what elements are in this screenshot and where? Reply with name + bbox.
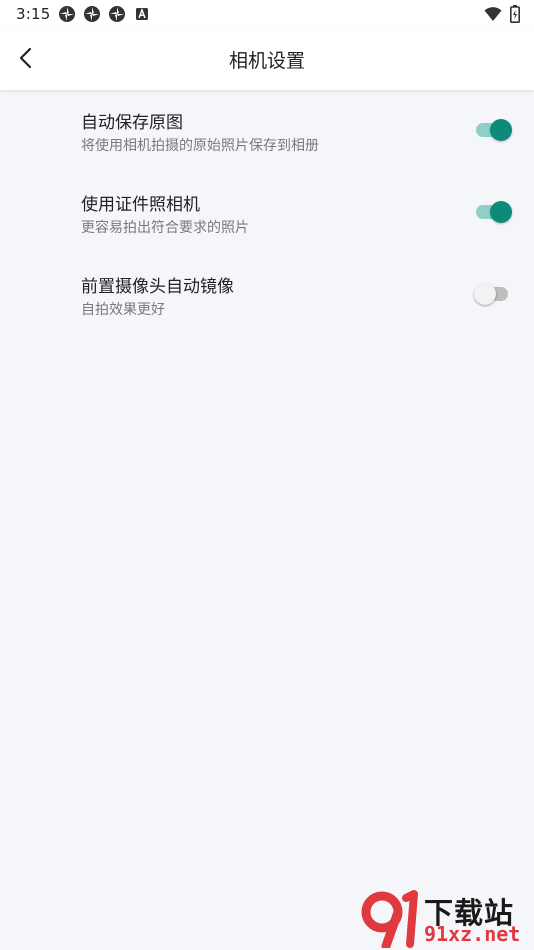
setting-front-camera-mirror[interactable]: 前置摄像头自动镜像 自拍效果更好 [0, 254, 534, 336]
setting-description: 将使用相机拍摄的原始照片保存到相册 [81, 138, 319, 154]
status-notification-icons [58, 5, 151, 23]
auto-save-original-toggle[interactable] [474, 118, 514, 142]
watermark-91-icon [361, 890, 418, 948]
wifi-icon [484, 7, 502, 21]
setting-title: 自动保存原图 [81, 113, 183, 133]
watermark-brand-bottom: 91xz.net [424, 922, 521, 946]
text-a-icon [136, 7, 148, 20]
setting-title: 前置摄像头自动镜像 [81, 277, 234, 297]
id-photo-camera-toggle[interactable] [474, 200, 514, 224]
settings-list: 自动保存原图 将使用相机拍摄的原始照片保存到相册 使用证件照相机 更容易拍出符合… [0, 90, 534, 336]
status-bar: 3:15 [0, 0, 534, 28]
battery-icon [510, 5, 520, 23]
app-bar: 相机设置 [0, 28, 534, 90]
notification-icon [59, 6, 75, 22]
watermark-logo: 下载站 91xz.net [360, 890, 530, 948]
notification-icon [84, 6, 100, 22]
status-system-icons [484, 5, 520, 23]
setting-id-photo-camera[interactable]: 使用证件照相机 更容易拍出符合要求的照片 [0, 172, 534, 254]
front-camera-mirror-toggle[interactable] [474, 282, 514, 306]
notification-icon [109, 6, 125, 22]
setting-auto-save-original[interactable]: 自动保存原图 将使用相机拍摄的原始照片保存到相册 [0, 90, 534, 172]
setting-description: 更容易拍出符合要求的照片 [81, 220, 249, 236]
status-time: 3:15 [16, 5, 51, 23]
toggle-thumb [490, 119, 512, 141]
toggle-thumb [490, 201, 512, 223]
toggle-thumb [474, 283, 496, 305]
setting-description: 自拍效果更好 [81, 302, 165, 318]
setting-title: 使用证件照相机 [81, 195, 200, 215]
page-title: 相机设置 [228, 50, 305, 72]
